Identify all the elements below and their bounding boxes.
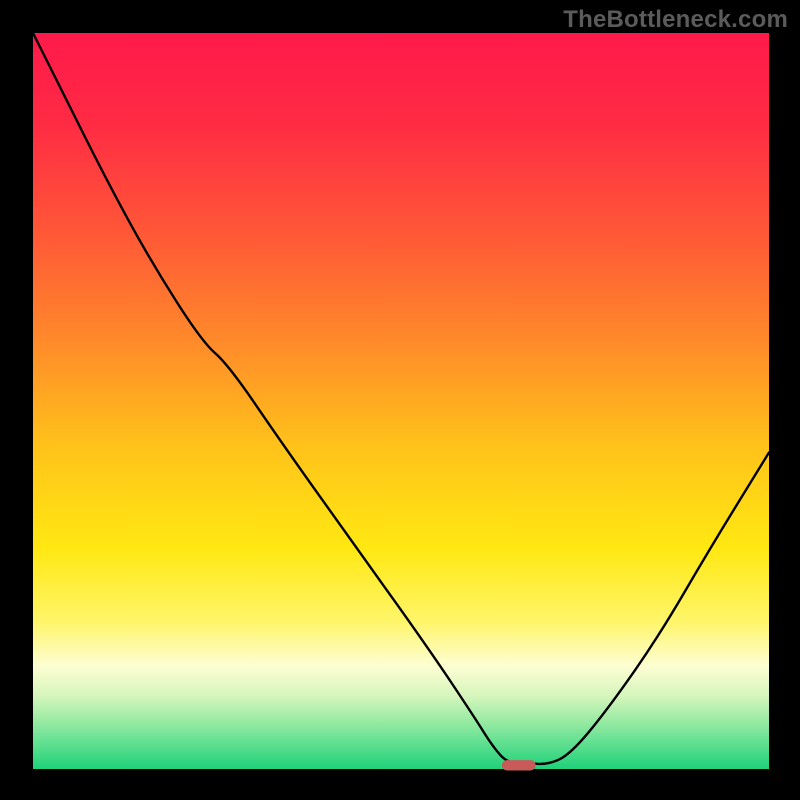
- chart-background: [33, 33, 769, 769]
- optimal-marker: [502, 760, 536, 770]
- bottleneck-chart: [0, 0, 800, 800]
- chart-frame: TheBottleneck.com: [0, 0, 800, 800]
